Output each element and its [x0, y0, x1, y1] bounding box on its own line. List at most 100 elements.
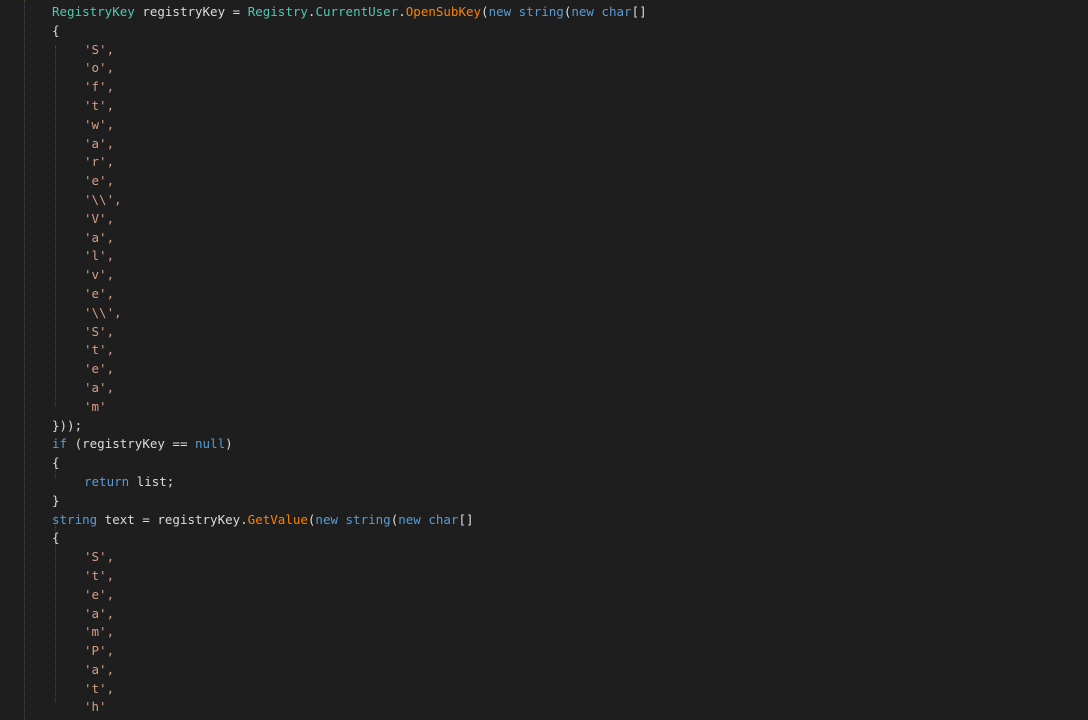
token-keyword: char: [601, 4, 632, 19]
code-line-char: '\\',: [0, 304, 1088, 323]
token-char-literal: 'f',: [84, 79, 115, 95]
token-method: OpenSubKey: [405, 4, 482, 19]
code-line-getvalue: string text = registryKey.GetValue(new s…: [0, 511, 1088, 530]
code-line-char: 'h': [0, 698, 1088, 717]
token-keyword: if: [52, 436, 68, 452]
token-identifier: (registryKey ==: [67, 436, 195, 452]
token-char-literal: 'a',: [84, 229, 115, 245]
code-line-char: 'f',: [0, 78, 1088, 97]
token-punct: {: [52, 22, 60, 38]
code-line-if: if (registryKey == null): [0, 435, 1088, 454]
token-char-literal: 'e',: [84, 173, 115, 189]
code-line-char: 'S',: [0, 323, 1088, 342]
token-keyword: string: [518, 4, 564, 19]
token-char-literal: 'a',: [84, 379, 115, 395]
code-line-char: 'w',: [0, 116, 1088, 135]
code-line-char: '\\',: [0, 191, 1088, 210]
token-punct: .: [398, 4, 406, 19]
code-line-char: 'm': [0, 398, 1088, 417]
token-char-literal: 'S',: [84, 323, 115, 339]
code-line-char: 'o',: [0, 59, 1088, 78]
token-char-literal: 'h': [84, 699, 107, 715]
token-char-literal: 'r',: [84, 154, 115, 170]
token-char-literal: 't',: [84, 567, 115, 583]
token-keyword: string: [345, 511, 391, 527]
token-char-literal: 'l',: [84, 248, 115, 264]
code-line-char: 'e',: [0, 360, 1088, 379]
code-line-brace: {: [0, 22, 1088, 41]
code-line-char: 'P',: [0, 642, 1088, 661]
token-keyword: null: [195, 436, 226, 452]
token-char-literal: 'm',: [84, 624, 115, 640]
code-line-char: 't',: [0, 97, 1088, 116]
token-char-literal: 'P',: [84, 643, 115, 659]
token-method: GetValue: [247, 511, 308, 527]
token-punct: ): [225, 436, 233, 452]
token-char-literal: 't',: [84, 97, 115, 113]
code-body: RegistryKey registryKey = Registry.Curre…: [0, 0, 1088, 720]
token-char-literal: 'm': [84, 398, 107, 414]
token-punct: }: [52, 492, 60, 508]
code-line-brace: }: [0, 492, 1088, 511]
token-keyword: new: [315, 511, 338, 527]
token-punct: (: [481, 4, 489, 19]
token-punct: {: [52, 455, 60, 471]
code-line-char: 't',: [0, 567, 1088, 586]
token-char-literal: 'e',: [84, 285, 115, 301]
code-line-char: 'S',: [0, 548, 1088, 567]
token-char-literal: 'a',: [84, 605, 115, 621]
token-keyword: new: [398, 511, 421, 527]
token-char-literal: 'a',: [84, 135, 115, 151]
code-line-char: 't',: [0, 680, 1088, 699]
token-char-literal: 'e',: [84, 361, 115, 377]
code-line-char: 'a',: [0, 379, 1088, 398]
token-char-literal: 'o',: [84, 60, 115, 76]
token-keyword: new: [488, 4, 512, 19]
token-type: Registry: [247, 4, 308, 19]
token-punct: {: [52, 530, 60, 546]
token-identifier: list;: [129, 473, 175, 489]
code-line-char: 'l',: [0, 247, 1088, 266]
code-line-char: 'S',: [0, 41, 1088, 60]
code-line-char: 'e',: [0, 172, 1088, 191]
token-keyword: return: [84, 473, 130, 489]
code-line-return: return list;: [0, 473, 1088, 492]
code-line-char: 'm',: [0, 623, 1088, 642]
token-type: RegistryKey: [52, 4, 135, 19]
code-line-brace: {: [0, 454, 1088, 473]
code-line-char: 'e',: [0, 586, 1088, 605]
token-keyword: new: [571, 4, 594, 19]
token-char-literal: 'S',: [84, 549, 115, 565]
code-line-brace: {: [0, 529, 1088, 548]
token-punct: []: [458, 511, 474, 527]
token-punct: []: [631, 4, 647, 19]
token-char-literal: 'S',: [84, 41, 115, 57]
token-char-literal: 'a',: [84, 661, 115, 677]
code-line-char: 'V',: [0, 210, 1088, 229]
token-keyword: string: [52, 511, 98, 527]
token-property: CurrentUser: [315, 4, 399, 19]
code-line-char: 'a',: [0, 135, 1088, 154]
token-char-literal: 'e',: [84, 586, 115, 602]
token-keyword: char: [428, 511, 459, 527]
code-line-char: 'a',: [0, 229, 1088, 248]
code-line-char: 'v',: [0, 266, 1088, 285]
code-line-char: 't',: [0, 341, 1088, 360]
token-char-literal: 'w',: [84, 116, 115, 132]
code-line-char: 'a',: [0, 661, 1088, 680]
code-line-char: 'e',: [0, 285, 1088, 304]
token-identifier: registryKey =: [134, 4, 248, 19]
token-char-literal: 't',: [84, 680, 115, 696]
token-punct: }));: [52, 417, 83, 433]
token-identifier: text = registryKey.: [97, 511, 248, 527]
token-char-literal: 't',: [84, 342, 115, 358]
code-line-opensubkey: RegistryKey registryKey = Registry.Curre…: [0, 3, 1088, 22]
token-char-literal: '\\',: [84, 304, 122, 320]
code-line-close: }));: [0, 417, 1088, 436]
code-line-char: 'a',: [0, 605, 1088, 624]
code-editor[interactable]: RegistryKey registryKey = Registry.Curre…: [0, 0, 1088, 720]
token-char-literal: 'v',: [84, 267, 115, 283]
token-char-literal: 'V',: [84, 210, 115, 226]
